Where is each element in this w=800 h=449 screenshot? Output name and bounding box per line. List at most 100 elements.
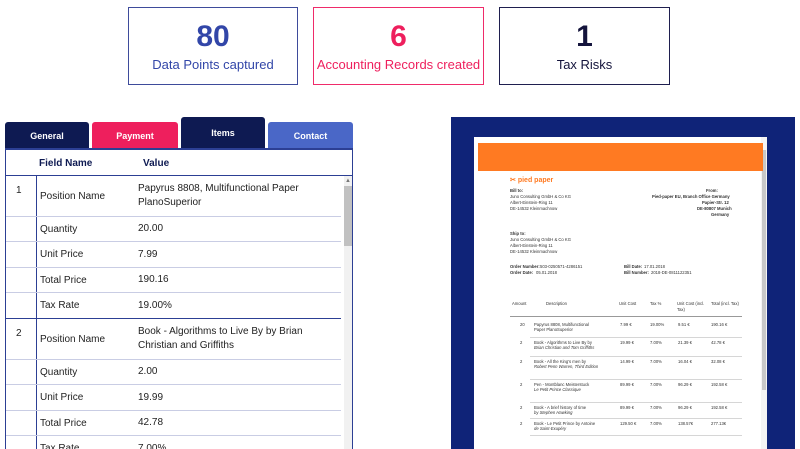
stat-number: 80 (196, 19, 230, 53)
items-table: Field Name Value 1 Position Name Papyrus… (5, 148, 353, 449)
field-name: Quantity (36, 217, 141, 241)
field-value: 190.16 (138, 274, 169, 285)
line-description-2: de Saint-Exupéry (534, 426, 567, 431)
logo-text: pied paper (517, 177, 554, 184)
order-number-label: Order Number: (510, 264, 540, 269)
tab-general[interactable]: General (5, 122, 89, 149)
line-unit-cost-incl: 138.57€ (678, 421, 694, 426)
logo-icon: ✂ (510, 177, 516, 184)
table-row[interactable]: 2 Position Name Book - Algorithms to Liv… (6, 319, 341, 360)
field-name: Unit Price (36, 385, 141, 410)
bill-number: 2018-DE-0811122351 (651, 270, 692, 275)
line-total: 32.08 € (711, 359, 725, 364)
invoice-scrollbar-thumb[interactable] (762, 150, 766, 390)
line-total: 277.13€ (711, 421, 727, 426)
scrollbar-thumb[interactable] (344, 186, 352, 246)
header-value: Value (143, 158, 170, 169)
field-value: 2.00 (138, 366, 158, 377)
stat-label: Data Points captured (152, 56, 274, 72)
table-row[interactable]: Quantity 20.00 (6, 217, 341, 242)
invoice-line-rule (530, 402, 742, 403)
bill-to-line: DE-14532 Kleinmachnow (510, 206, 558, 211)
line-unit-cost-incl: 96.29 € (678, 405, 692, 410)
invoice-logo: ✂ pied paper (510, 176, 553, 184)
line-unit-cost: 89.99 € (620, 405, 634, 410)
header-field-name: Field Name (39, 158, 93, 169)
field-name: Tax Rate (36, 436, 141, 449)
field-name: Quantity (36, 360, 141, 384)
ship-to-line: DE-14532 Kleinmachnow (510, 249, 558, 254)
col-unit-cost-incl: Unit Cost (incl. Tax) (677, 301, 705, 312)
line-total: 42.78 € (711, 340, 725, 345)
line-total: 190.16 € (711, 322, 728, 327)
line-unit-cost: 19.99 € (620, 340, 634, 345)
invoice-line-rule (530, 379, 742, 380)
line-unit-cost-incl: 96.29 € (678, 382, 692, 387)
field-name: Tax Rate (36, 293, 141, 318)
ship-to-label: Ship to: (510, 231, 526, 236)
field-value: 19.99 (138, 391, 164, 403)
row-index: 2 (16, 328, 22, 339)
line-unit-cost: 89.99 € (620, 382, 634, 387)
field-value: Papyrus 8808, Multifunctional Paper Plan… (138, 183, 299, 208)
invoice-line-rule (530, 435, 742, 436)
from-line: Papier-Str. 12 (702, 200, 729, 205)
ship-to-line: Albert-Einstein-Ring 11 (510, 243, 553, 248)
table-header: Field Name Value (6, 150, 352, 176)
table-row[interactable]: Quantity 2.00 (6, 360, 341, 385)
line-tax: 7.00% (650, 340, 662, 345)
line-description-2: Robert Penn Warren, Third Edition (534, 364, 599, 369)
col-amount: Amount (512, 301, 527, 306)
line-description-2: Brian Christian and Tom Griffiths (534, 345, 595, 350)
line-tax: 7.00% (650, 359, 662, 364)
from-line: Pied-paper EU, Branch Office Germany (652, 194, 730, 199)
table-row[interactable]: Total Price 42.78 (6, 411, 341, 436)
line-description-2: Paper PlanoSuperior (534, 327, 573, 332)
order-number: 503-0250571-4286151 (540, 264, 583, 269)
stat-number: 6 (390, 19, 407, 53)
line-tax: 7.00% (650, 405, 662, 410)
field-value: Book - Algorithms to Live By by Brian Ch… (138, 326, 303, 351)
col-total-incl: Total (incl. Tax) (711, 301, 739, 306)
stat-card-accounting-records: 6 Accounting Records created (313, 7, 484, 85)
field-name: Position Name (36, 176, 141, 216)
field-name: Total Price (36, 268, 141, 292)
tab-payment[interactable]: Payment (92, 122, 178, 149)
field-value: 42.78 (138, 417, 164, 428)
line-tax: 7.00% (650, 382, 662, 387)
line-description-2: Le Petit Prince Classique (534, 387, 581, 392)
table-row[interactable]: Unit Price 7.99 (6, 242, 341, 268)
from-line: Germany (711, 212, 730, 217)
line-description-2: by Stephen Hawking (534, 410, 573, 415)
bill-number-label: Bill Number: (624, 270, 649, 275)
tab-contact[interactable]: Contact (268, 122, 353, 149)
line-unit-cost: 129.50 € (620, 421, 637, 426)
table-row[interactable]: Tax Rate 7.00% (6, 436, 341, 449)
field-name: Total Price (36, 411, 141, 435)
stat-card-tax-risks: 1 Tax Risks (499, 7, 670, 85)
stat-label: Tax Risks (556, 56, 613, 72)
line-tax: 7.00% (650, 421, 662, 426)
row-index: 1 (16, 185, 22, 196)
scroll-up-icon[interactable]: ▲ (344, 177, 352, 185)
line-unit-cost-incl: 21.39 € (678, 340, 692, 345)
table-row[interactable]: 1 Position Name Papyrus 8808, Multifunct… (6, 176, 341, 217)
table-row[interactable]: Unit Price 19.99 (6, 385, 341, 411)
table-row[interactable]: Total Price 190.16 (6, 268, 341, 293)
field-name: Unit Price (36, 242, 141, 267)
field-value: 7.99 (138, 248, 158, 260)
line-unit-cost: 7.99 € (620, 322, 632, 327)
table-row[interactable]: Tax Rate 19.00% (6, 293, 341, 318)
col-unit-cost: Unit Cost (619, 301, 637, 306)
invoice-header-rule (510, 316, 742, 317)
col-tax: Tax % (650, 301, 662, 306)
tab-items[interactable]: Items (181, 117, 265, 149)
from-label: From: (706, 188, 718, 193)
stat-number: 1 (576, 19, 593, 53)
line-unit-cost-incl: 9.51 € (678, 322, 690, 327)
invoice-line-rule (530, 418, 742, 419)
line-total: 192.58 € (711, 405, 728, 410)
line-amount: 20 (520, 322, 525, 327)
line-unit-cost: 14.99 € (620, 359, 634, 364)
bill-date-label: Bill Date: (624, 264, 643, 269)
